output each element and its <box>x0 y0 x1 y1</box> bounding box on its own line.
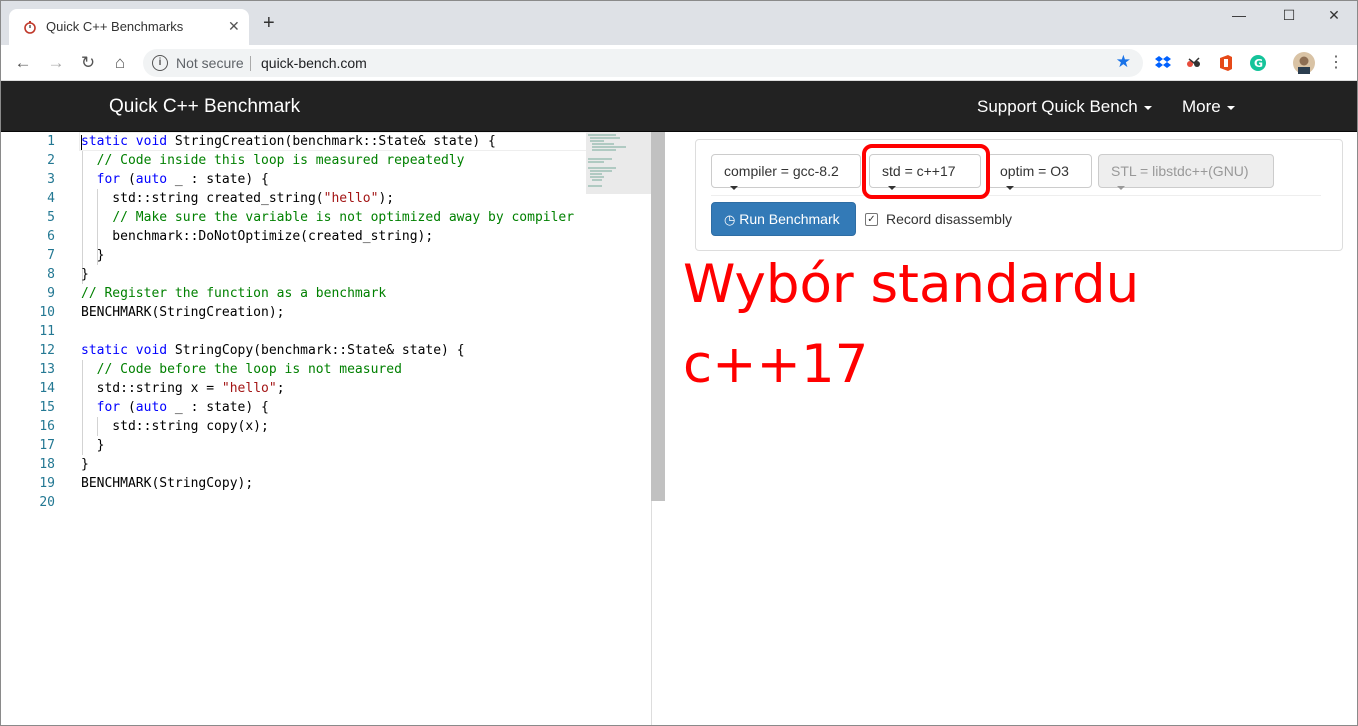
annotation-line-1: Wybór standardu <box>683 254 1140 315</box>
site-brand[interactable]: Quick C++ Benchmark <box>109 96 300 118</box>
code-line: static void StringCreation(benchmark::St… <box>81 134 496 149</box>
line-number: 5 <box>47 210 55 225</box>
caret-down-icon <box>1226 105 1235 110</box>
compiler-dropdown[interactable]: compiler = gcc-8.2 <box>711 154 861 191</box>
std-highlight-box <box>862 144 990 199</box>
code-line: // Register the function as a benchmark <box>81 286 387 301</box>
browser-toolbar: ← → ↻ ⌂ i Not secure quick-bench.com ★ G… <box>1 45 1357 81</box>
new-tab-button[interactable]: + <box>263 13 275 33</box>
code-line: std::string created_string("hello"); <box>81 191 395 206</box>
line-number: 13 <box>39 362 55 377</box>
record-disassembly-checkbox[interactable]: ✓ <box>865 213 878 226</box>
line-number: 11 <box>39 324 55 339</box>
reload-icon[interactable]: ↻ <box>77 52 99 74</box>
code-line: BENCHMARK(StringCreation); <box>81 305 285 320</box>
line-number: 18 <box>39 457 55 472</box>
code-line: // Code before the loop is not measured <box>96 362 402 377</box>
line-number: 4 <box>47 191 55 206</box>
menu-dots-icon[interactable]: ⋮ <box>1325 52 1347 74</box>
more-menu[interactable]: More <box>1182 97 1235 117</box>
bookmark-star-icon[interactable]: ★ <box>1116 52 1131 72</box>
tab-close-icon[interactable]: ✕ <box>228 18 240 35</box>
optim-dropdown[interactable]: optim = O3 <box>987 154 1092 191</box>
line-number: 1 <box>47 134 55 149</box>
minimap-preview <box>588 134 626 187</box>
close-window-button[interactable]: ✕ <box>1319 7 1349 27</box>
record-disassembly-label[interactable]: Record disassembly <box>886 211 1012 227</box>
forward-arrow-icon[interactable]: → <box>45 52 67 74</box>
more-menu-label: More <box>1182 97 1221 116</box>
stl-value: STL = libstdc++(GNU) <box>1111 163 1249 179</box>
code-line: } <box>81 248 105 263</box>
compiler-value: compiler = gcc-8.2 <box>724 163 839 179</box>
editor-minimap[interactable] <box>586 132 651 194</box>
line-number: 6 <box>47 229 55 244</box>
code-line: std::string x = "hello"; <box>81 381 285 396</box>
tab-strip: Quick C++ Benchmarks ✕ + — ☐ ✕ <box>1 1 1357 45</box>
caret-down-icon <box>1143 105 1152 110</box>
code-line: BENCHMARK(StringCopy); <box>81 476 254 491</box>
info-icon[interactable]: i <box>152 55 168 71</box>
line-number: 17 <box>39 438 55 453</box>
address-bar[interactable]: i Not secure quick-bench.com ★ <box>143 49 1143 77</box>
profile-avatar[interactable] <box>1293 52 1315 74</box>
code-line: } <box>81 438 105 453</box>
caret-down-icon <box>1117 186 1125 191</box>
maximize-button[interactable]: ☐ <box>1274 7 1304 27</box>
line-number: 2 <box>47 153 55 168</box>
line-number: 12 <box>39 343 55 358</box>
code-line: for (auto _ : state) { <box>96 400 269 415</box>
back-arrow-icon[interactable]: ← <box>12 52 34 74</box>
annotation-line-2: c++17 <box>683 334 869 395</box>
grammarly-icon[interactable]: G <box>1249 54 1267 72</box>
support-menu-label: Support Quick Bench <box>977 97 1138 116</box>
line-number: 9 <box>47 286 55 301</box>
line-number: 3 <box>47 172 55 187</box>
clock-icon: ◷ <box>724 212 736 227</box>
run-benchmark-button[interactable]: ◷ Run Benchmark <box>711 202 856 236</box>
code-line: } <box>81 267 89 282</box>
code-line: // Make sure the variable is not optimiz… <box>112 210 575 225</box>
code-line: // Code inside this loop is measured rep… <box>96 153 465 168</box>
code-line: for (auto _ : state) { <box>96 172 269 187</box>
caret-down-icon <box>1006 186 1014 191</box>
line-number: 7 <box>47 248 55 263</box>
stl-dropdown: STL = libstdc++(GNU) <box>1098 154 1274 191</box>
code-editor[interactable]: 1 2 3 4 5 6 7 8 9 10 11 12 13 14 15 16 17 18 19 20 static v… <box>1 132 665 725</box>
line-number: 8 <box>47 267 55 282</box>
security-label[interactable]: Not secure <box>176 55 244 71</box>
extension-icon[interactable] <box>1185 54 1203 72</box>
line-number: 19 <box>39 476 55 491</box>
caret-down-icon <box>730 186 738 191</box>
site-navbar: Quick C++ Benchmark Support Quick Bench … <box>1 81 1357 132</box>
code-line: benchmark::DoNotOptimize(created_string)… <box>81 229 434 244</box>
home-icon[interactable]: ⌂ <box>109 52 131 74</box>
divider <box>250 56 251 71</box>
line-number: 15 <box>39 400 55 415</box>
line-number: 10 <box>39 305 55 320</box>
run-benchmark-label: Run Benchmark <box>739 211 840 227</box>
office-icon[interactable] <box>1217 54 1235 72</box>
url-text[interactable]: quick-bench.com <box>261 55 367 71</box>
minimize-button[interactable]: — <box>1224 7 1254 27</box>
browser-window: Quick C++ Benchmarks ✕ + — ☐ ✕ ← → ↻ ⌂ i… <box>0 0 1358 726</box>
code-line: std::string copy(x); <box>81 419 269 434</box>
browser-tab[interactable]: Quick C++ Benchmarks ✕ <box>9 9 249 45</box>
divider <box>711 195 1321 196</box>
editor-scrollbar[interactable] <box>651 132 665 501</box>
code-line: } <box>81 457 89 472</box>
stopwatch-favicon-icon <box>24 21 36 34</box>
svg-text:G: G <box>1254 57 1263 70</box>
line-number: 20 <box>39 495 55 510</box>
code-line: static void StringCopy(benchmark::State&… <box>81 343 465 358</box>
line-number: 14 <box>39 381 55 396</box>
benchmark-options-panel: compiler = gcc-8.2 std = c++17 optim = O… <box>695 139 1343 251</box>
optim-value: optim = O3 <box>1000 163 1069 179</box>
dropbox-icon[interactable] <box>1154 54 1172 72</box>
tab-title: Quick C++ Benchmarks <box>46 19 184 34</box>
line-number: 16 <box>39 419 55 434</box>
support-menu[interactable]: Support Quick Bench <box>977 97 1152 117</box>
